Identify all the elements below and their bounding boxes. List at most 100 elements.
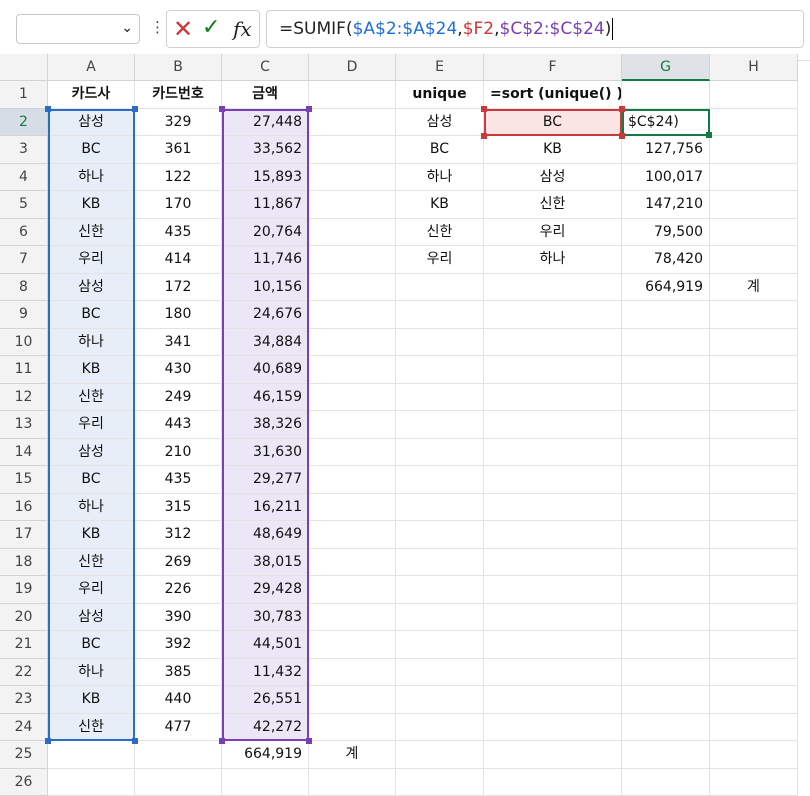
cell-amount[interactable]: 42,272	[222, 714, 309, 742]
grid-cell[interactable]	[710, 714, 798, 742]
enter-check-icon[interactable]: ✓	[202, 15, 220, 40]
cell-amount[interactable]: 44,501	[222, 631, 309, 659]
grid-cell[interactable]	[484, 576, 622, 604]
grid-cell[interactable]	[309, 274, 396, 302]
grid-cell[interactable]	[710, 356, 798, 384]
row-header-14[interactable]: 14	[0, 439, 48, 467]
grid-cell[interactable]	[396, 301, 484, 329]
grid-cell[interactable]	[222, 769, 309, 796]
grid-cell[interactable]	[622, 631, 710, 659]
grid-cell[interactable]	[48, 741, 135, 769]
row-header-5[interactable]: 5	[0, 191, 48, 219]
row-header-2[interactable]: 2	[0, 109, 48, 137]
grid-cell[interactable]	[309, 164, 396, 192]
grid-cell[interactable]	[309, 686, 396, 714]
grid-cell[interactable]	[710, 521, 798, 549]
range-c-handle[interactable]	[219, 738, 225, 744]
grid-cell[interactable]	[309, 411, 396, 439]
grid-cell[interactable]	[309, 466, 396, 494]
grid-cell[interactable]	[710, 164, 798, 192]
grid-cell[interactable]	[309, 549, 396, 577]
cell-card-company[interactable]: KB	[48, 356, 135, 384]
header-card-number[interactable]: 카드번호	[135, 81, 222, 109]
grid-cell[interactable]	[710, 384, 798, 412]
sorted-value[interactable]: 하나	[484, 246, 622, 274]
grid-cell[interactable]	[484, 274, 622, 302]
cell-card-company[interactable]: KB	[48, 686, 135, 714]
grid-cell[interactable]	[484, 714, 622, 742]
row-header-15[interactable]: 15	[0, 466, 48, 494]
range-a-handle[interactable]	[132, 738, 138, 744]
formula-input[interactable]: =SUMIF($A$2:$A$24,$F2,$C$2:$C$24)	[266, 10, 804, 48]
range-a-handle[interactable]	[45, 106, 51, 112]
sumif-result[interactable]: 78,420	[622, 246, 710, 274]
row-header-4[interactable]: 4	[0, 164, 48, 192]
grid-cell[interactable]	[484, 604, 622, 632]
grid-cell[interactable]	[622, 439, 710, 467]
column-header-d[interactable]: D	[309, 54, 396, 81]
grid-cell[interactable]	[396, 329, 484, 357]
cell-amount[interactable]: 26,551	[222, 686, 309, 714]
grid-cell[interactable]	[135, 741, 222, 769]
row-header-23[interactable]: 23	[0, 686, 48, 714]
grid-cell[interactable]	[622, 576, 710, 604]
cell-amount[interactable]: 10,156	[222, 274, 309, 302]
total-label[interactable]: 계	[309, 741, 396, 769]
cell-card-company[interactable]: KB	[48, 191, 135, 219]
grid-cell[interactable]	[622, 604, 710, 632]
row-header-17[interactable]: 17	[0, 521, 48, 549]
grid-cell[interactable]	[710, 109, 798, 137]
cell-card-number[interactable]: 341	[135, 329, 222, 357]
column-header-c[interactable]: C	[222, 54, 309, 81]
more-options-icon[interactable]: ⋮	[150, 18, 165, 36]
cell-amount[interactable]: 16,211	[222, 494, 309, 522]
summary-total[interactable]: 664,919	[622, 274, 710, 302]
grid-cell[interactable]	[484, 384, 622, 412]
grid-cell[interactable]	[484, 466, 622, 494]
grid-cell[interactable]	[484, 521, 622, 549]
row-header-11[interactable]: 11	[0, 356, 48, 384]
header-amount[interactable]: 금액	[222, 81, 309, 109]
cell-card-number[interactable]: 477	[135, 714, 222, 742]
grid-cell[interactable]	[396, 741, 484, 769]
row-header-21[interactable]: 21	[0, 631, 48, 659]
grid-cell[interactable]	[710, 301, 798, 329]
column-header-h[interactable]: H	[710, 54, 798, 81]
cell-card-number[interactable]: 430	[135, 356, 222, 384]
grid-cell[interactable]	[622, 81, 710, 109]
cell-card-number[interactable]: 435	[135, 219, 222, 247]
cell-card-company[interactable]: 삼성	[48, 109, 135, 137]
chevron-down-icon[interactable]: ⌄	[121, 20, 133, 36]
column-header-f[interactable]: F	[484, 54, 622, 81]
column-header-b[interactable]: B	[135, 54, 222, 81]
grid-cell[interactable]	[710, 494, 798, 522]
row-header-16[interactable]: 16	[0, 494, 48, 522]
grid-cell[interactable]	[710, 686, 798, 714]
grid-cell[interactable]	[710, 659, 798, 687]
grid-cell[interactable]	[309, 576, 396, 604]
grid-cell[interactable]	[396, 274, 484, 302]
range-c-handle[interactable]	[306, 106, 312, 112]
column-header-a[interactable]: A	[48, 54, 135, 81]
grid-cell[interactable]	[710, 439, 798, 467]
row-header-8[interactable]: 8	[0, 274, 48, 302]
grid-cell[interactable]	[710, 329, 798, 357]
grid-cell[interactable]	[309, 769, 396, 796]
total-amount[interactable]: 664,919	[222, 741, 309, 769]
cell-amount[interactable]: 46,159	[222, 384, 309, 412]
cell-card-number[interactable]: 315	[135, 494, 222, 522]
row-header-1[interactable]: 1	[0, 81, 48, 109]
cell-card-number[interactable]: 172	[135, 274, 222, 302]
sumif-result[interactable]: 127,756	[622, 136, 710, 164]
cell-card-number[interactable]: 226	[135, 576, 222, 604]
grid-cell[interactable]	[710, 769, 798, 796]
fill-handle[interactable]	[706, 132, 712, 138]
cell-card-company[interactable]: 하나	[48, 329, 135, 357]
grid-cell[interactable]	[622, 356, 710, 384]
sorted-value[interactable]: 우리	[484, 219, 622, 247]
cell-card-number[interactable]: 269	[135, 549, 222, 577]
cell-card-number[interactable]: 210	[135, 439, 222, 467]
grid-cell[interactable]	[48, 769, 135, 796]
grid-cell[interactable]	[710, 549, 798, 577]
grid-cell[interactable]	[622, 411, 710, 439]
